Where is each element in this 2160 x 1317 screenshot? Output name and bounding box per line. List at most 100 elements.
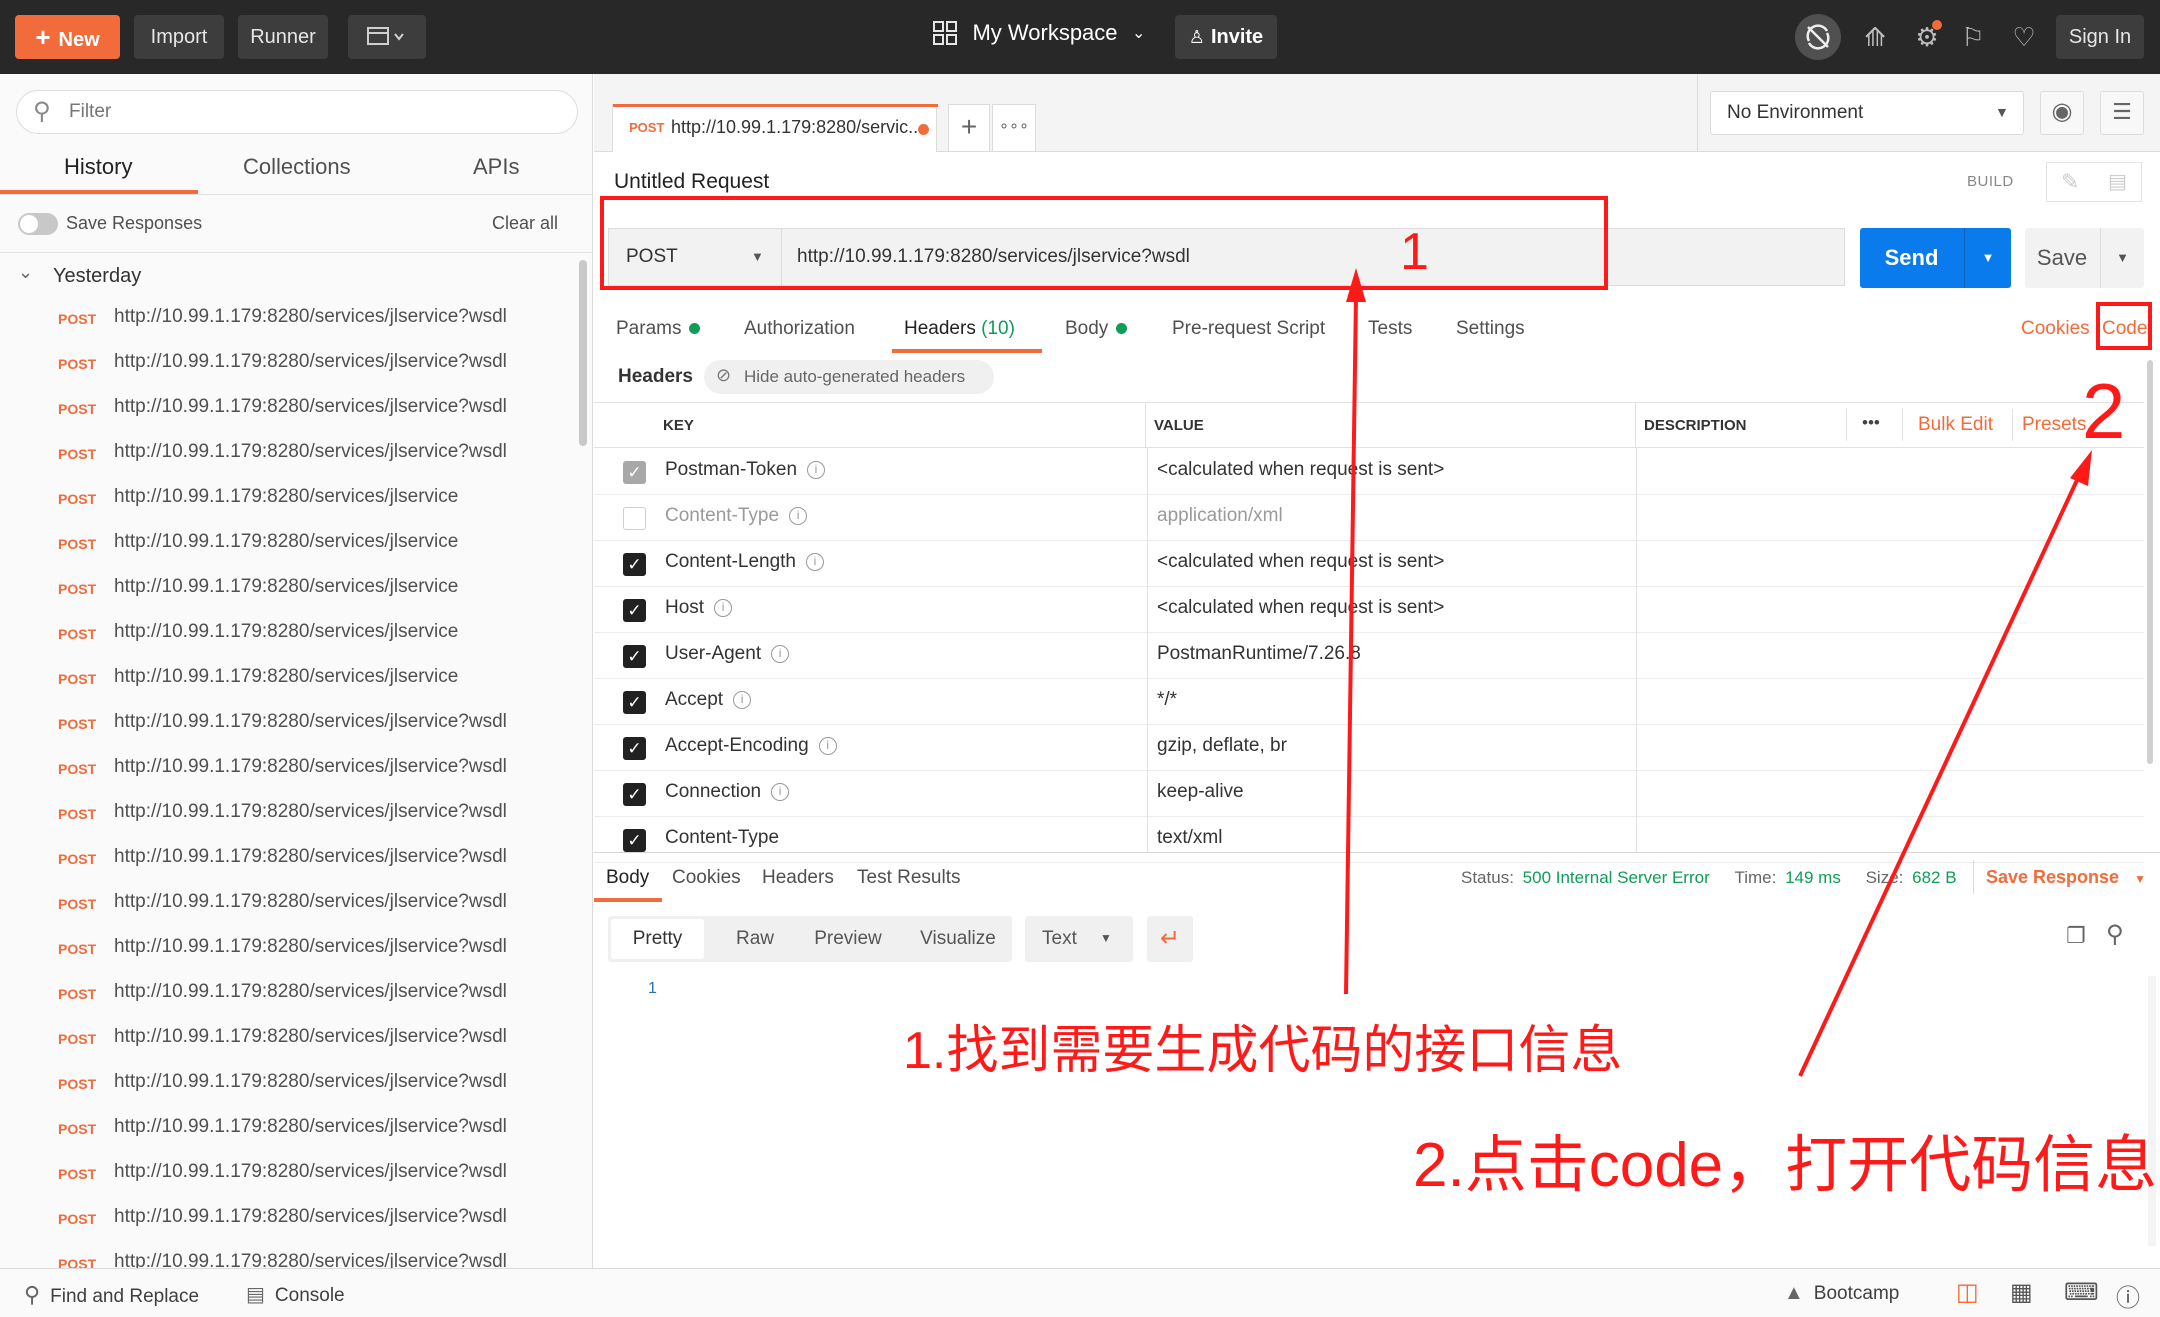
header-key[interactable]: Content-Type i xyxy=(665,505,808,527)
bell-icon[interactable]: ⚐ xyxy=(1956,20,1990,54)
presets-button[interactable]: Presets xyxy=(2022,414,2086,436)
info-icon[interactable]: i xyxy=(771,782,790,801)
history-item[interactable]: POST http://10.99.1.179:8280/services/jls… xyxy=(0,1242,580,1269)
header-key[interactable]: Postman-Token i xyxy=(665,459,826,481)
header-key[interactable]: Accept i xyxy=(665,689,752,711)
history-item[interactable]: POST http://10.99.1.179:8280/services/jls… xyxy=(0,342,580,387)
header-checkbox[interactable]: ✓ xyxy=(623,691,646,714)
header-checkbox[interactable]: ✓ xyxy=(623,645,646,668)
history-item[interactable]: POST http://10.99.1.179:8280/services/jls… xyxy=(0,972,580,1017)
save-options-button[interactable]: ▼ xyxy=(2101,228,2144,288)
tab-pre-request-script[interactable]: Pre-request Script xyxy=(1172,318,1325,340)
tab-headers[interactable]: Headers (10) xyxy=(904,318,1015,340)
raw-button[interactable]: Raw xyxy=(720,919,790,959)
send-button[interactable]: Send xyxy=(1860,228,1963,288)
header-key[interactable]: Content-Type xyxy=(665,827,779,849)
response-tab-headers[interactable]: Headers xyxy=(762,867,834,889)
tab-params[interactable]: Params xyxy=(616,318,701,340)
history-item[interactable]: POST http://10.99.1.179:8280/services/jls… xyxy=(0,522,580,567)
invite-button[interactable]: ♙ Invite xyxy=(1175,15,1277,59)
import-button[interactable]: Import xyxy=(134,15,224,59)
manage-environments-button[interactable]: ☰ xyxy=(2100,91,2144,135)
sync-off-button[interactable] xyxy=(1795,14,1841,60)
tab-authorization[interactable]: Authorization xyxy=(744,318,855,340)
header-value[interactable]: <calculated when request is sent> xyxy=(1157,551,1444,573)
history-item[interactable]: POST http://10.99.1.179:8280/services/jls… xyxy=(0,1152,580,1197)
cookies-link[interactable]: Cookies xyxy=(2021,318,2090,340)
header-value[interactable]: keep-alive xyxy=(1157,781,1244,803)
satellite-icon[interactable]: ⟰ xyxy=(1858,20,1892,54)
request-tab[interactable]: POST http://10.99.1.179:8280/servic... xyxy=(612,104,938,152)
tab-collections[interactable]: Collections xyxy=(243,154,351,180)
history-item[interactable]: POST http://10.99.1.179:8280/services/jls… xyxy=(0,1197,580,1242)
header-key[interactable]: Content-Length i xyxy=(665,551,824,573)
info-icon[interactable]: i xyxy=(733,690,752,709)
header-key[interactable]: Host i xyxy=(665,597,733,619)
history-item[interactable]: POST http://10.99.1.179:8280/services/jls… xyxy=(0,612,580,657)
status-value[interactable]: 500 Internal Server Error xyxy=(1523,868,1710,887)
more-options-button[interactable]: ••• xyxy=(1862,413,1880,433)
header-value[interactable]: text/xml xyxy=(1157,827,1222,849)
bootcamp-button[interactable]: ▲ Bootcamp xyxy=(1784,1282,1899,1305)
header-key[interactable]: User-Agent i xyxy=(665,643,790,665)
build-toggle[interactable]: ✎ ▤ xyxy=(2046,162,2142,202)
history-item[interactable]: POST http://10.99.1.179:8280/services/jls… xyxy=(0,927,580,972)
add-tab-button[interactable]: + xyxy=(948,104,990,152)
history-item[interactable]: POST http://10.99.1.179:8280/services/jls… xyxy=(0,702,580,747)
hide-auto-generated-headers-button[interactable]: ⊘ Hide auto-generated headers xyxy=(704,360,994,394)
history-item[interactable]: POST http://10.99.1.179:8280/services/jls… xyxy=(0,387,580,432)
info-icon[interactable]: i xyxy=(714,598,733,617)
header-value[interactable]: PostmanRuntime/7.26.8 xyxy=(1157,643,1361,665)
info-icon[interactable]: i xyxy=(806,552,824,571)
heart-icon[interactable]: ♡ xyxy=(2007,20,2041,54)
runner-button[interactable]: Runner xyxy=(238,15,328,59)
environment-quick-look-button[interactable]: ◉ xyxy=(2040,91,2084,135)
header-checkbox[interactable]: ✓ xyxy=(623,829,646,852)
filter-input[interactable] xyxy=(67,97,547,127)
tab-apis[interactable]: APIs xyxy=(473,154,519,180)
request-name[interactable]: Untitled Request xyxy=(614,170,769,194)
history-item[interactable]: POST http://10.99.1.179:8280/services/jls… xyxy=(0,567,580,612)
info-icon[interactable]: i xyxy=(789,506,808,525)
tab-history[interactable]: History xyxy=(64,154,132,180)
tab-settings[interactable]: Settings xyxy=(1456,318,1525,340)
format-select[interactable]: Text ▼ xyxy=(1025,916,1133,962)
console-button[interactable]: ▤ Console xyxy=(246,1282,345,1307)
time-value[interactable]: 149 ms xyxy=(1785,868,1841,887)
help-icon[interactable]: ⓘ xyxy=(2116,1278,2140,1313)
scrollbar-thumb[interactable] xyxy=(2147,360,2153,764)
tab-tests[interactable]: Tests xyxy=(1368,318,1412,340)
header-checkbox[interactable]: ✓ xyxy=(623,737,646,760)
header-value[interactable]: gzip, deflate, br xyxy=(1157,735,1287,757)
build-label[interactable]: BUILD xyxy=(1967,173,2014,190)
history-item[interactable]: POST http://10.99.1.179:8280/services/jls… xyxy=(0,477,580,522)
history-item[interactable]: POST http://10.99.1.179:8280/services/jls… xyxy=(0,1062,580,1107)
filter-field[interactable]: ⚲ xyxy=(16,90,578,134)
chevron-down-icon[interactable]: ⌄ xyxy=(18,262,33,283)
preview-button[interactable]: Preview xyxy=(798,919,898,959)
history-item[interactable]: POST http://10.99.1.179:8280/services/jls… xyxy=(0,432,580,477)
history-item[interactable]: POST http://10.99.1.179:8280/services/jls… xyxy=(0,792,580,837)
header-checkbox[interactable]: ✓ xyxy=(623,461,646,484)
find-replace-button[interactable]: ⚲ Find and Replace xyxy=(24,1282,199,1308)
workspace-switcher[interactable]: My Workspace ⌄ xyxy=(932,20,1145,56)
header-value[interactable]: <calculated when request is sent> xyxy=(1157,459,1444,481)
sign-in-button[interactable]: Sign In xyxy=(2056,15,2144,59)
bulk-edit-button[interactable]: Bulk Edit xyxy=(1918,414,1993,436)
two-pane-view-icon[interactable]: ◫ xyxy=(1956,1278,1979,1307)
history-item[interactable]: POST http://10.99.1.179:8280/services/jls… xyxy=(0,1017,580,1062)
info-icon[interactable]: i xyxy=(771,644,790,663)
info-icon[interactable]: i xyxy=(807,460,826,479)
save-response-button[interactable]: Save Response ▼ xyxy=(1986,867,2146,888)
search-icon[interactable]: ⚲ xyxy=(2106,920,2124,949)
new-window-button[interactable] xyxy=(348,15,426,59)
header-checkbox[interactable]: ✓ xyxy=(623,553,646,576)
history-item[interactable]: POST http://10.99.1.179:8280/services/jls… xyxy=(0,297,580,342)
clear-all-button[interactable]: Clear all xyxy=(492,213,558,234)
browse-icon[interactable]: ▦ xyxy=(2010,1278,2033,1307)
size-value[interactable]: 682 B xyxy=(1912,868,1956,887)
tab-options-button[interactable]: ∘∘∘ xyxy=(992,104,1036,152)
new-button[interactable]: + New xyxy=(15,15,120,59)
response-tab-cookies[interactable]: Cookies xyxy=(672,867,741,889)
history-item[interactable]: POST http://10.99.1.179:8280/services/jls… xyxy=(0,1107,580,1152)
